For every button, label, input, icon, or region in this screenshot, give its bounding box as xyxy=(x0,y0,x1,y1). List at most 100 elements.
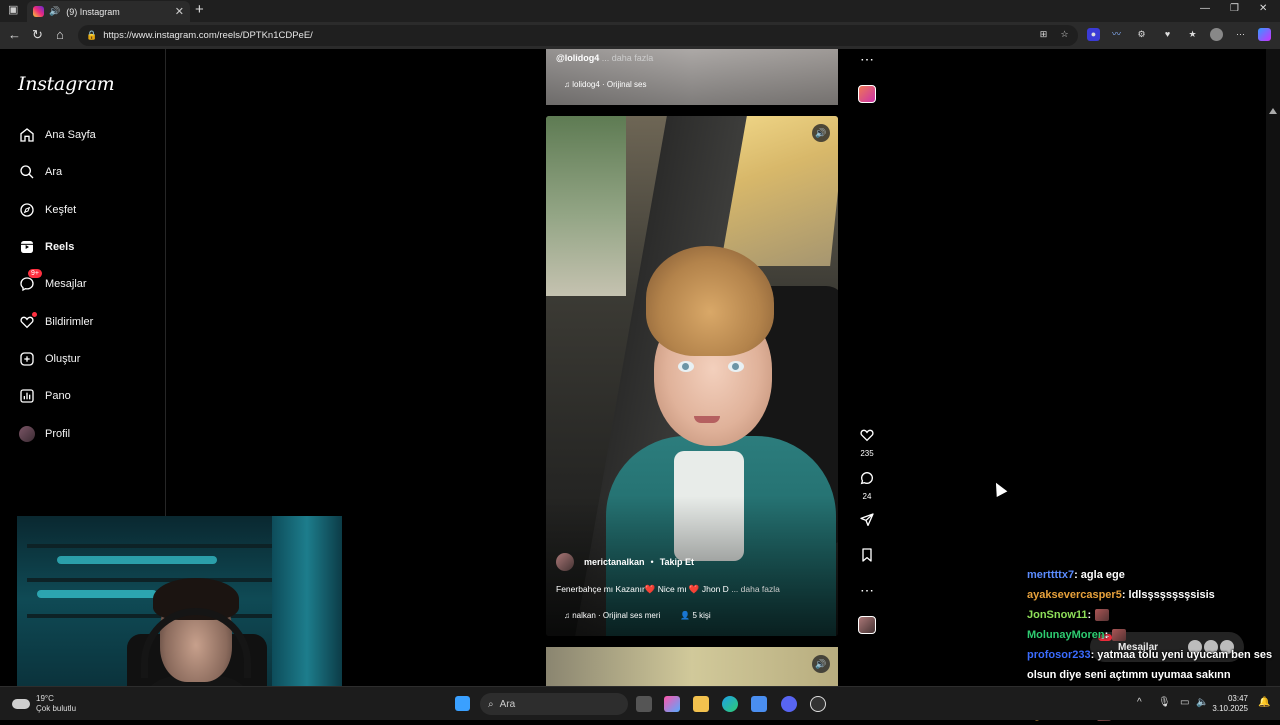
extensions-icon[interactable]: ⚙ xyxy=(1135,28,1148,41)
network-icon[interactable]: ▭ xyxy=(1180,697,1189,708)
chat-username[interactable]: ayaksevercasper5 xyxy=(1027,589,1122,601)
weather-widget[interactable]: 19°C Çok bulutlu xyxy=(12,694,76,714)
reel-next[interactable]: 🔊 xyxy=(546,647,838,687)
chat-emote-icon xyxy=(1112,629,1127,642)
nav-notifications[interactable]: Bildirimler xyxy=(18,310,93,334)
store-icon[interactable] xyxy=(751,696,767,712)
shelf-light xyxy=(37,590,157,598)
bookmark-icon xyxy=(862,548,872,562)
follow-button[interactable]: Takip Et xyxy=(660,557,694,567)
comment-icon xyxy=(860,471,874,485)
system-clock[interactable]: 03:47 3.10.2025 xyxy=(1212,694,1248,714)
nav-home[interactable]: Ana Sayfa xyxy=(18,123,96,147)
read-aloud-icon[interactable]: 〰 xyxy=(1110,28,1123,41)
reel-audio[interactable]: ♫ nalkan · Orijinal ses meri xyxy=(564,611,660,620)
audio-label: nalkan · Orijinal ses meri xyxy=(572,611,661,620)
chat-username[interactable]: profosor233 xyxy=(1027,649,1091,661)
comment-button[interactable]: 24 xyxy=(856,470,878,501)
author-avatar[interactable] xyxy=(556,553,574,571)
dashboard-icon xyxy=(18,387,36,405)
task-view-icon[interactable] xyxy=(636,696,652,712)
caption-text: Fenerbahçe mı Kazanır❤️ Nice mı ❤️ Jhon … xyxy=(556,584,729,594)
car-window-left xyxy=(546,116,626,296)
windows-taskbar: 19°C Çok bulutlu ⌕ Ara ^ 🎙 ▭ 🔈 03:47 3.1… xyxy=(0,686,1280,720)
nav-reels[interactable]: Reels xyxy=(18,235,74,259)
reel-prev-audio[interactable]: ♫ lolidog4 · Orijinal ses xyxy=(564,80,647,89)
like-button[interactable]: 235 xyxy=(856,427,878,458)
chat-message: MolunayMoren: xyxy=(1027,625,1280,645)
messages-badge: 9+ xyxy=(28,269,42,278)
more-menu-icon[interactable]: ⋯ xyxy=(1234,28,1247,41)
split-screen-icon[interactable]: ⊞ xyxy=(1037,28,1050,41)
nav-search[interactable]: Ara xyxy=(18,160,62,184)
minimize-button[interactable]: — xyxy=(1200,3,1210,14)
chat-username[interactable]: merttttx7 xyxy=(1027,569,1074,581)
file-explorer-icon[interactable] xyxy=(693,696,709,712)
nav-messages[interactable]: 9+ Mesajlar xyxy=(18,269,87,296)
webcam-overlay xyxy=(17,516,342,700)
back-button[interactable]: ← xyxy=(8,27,21,42)
share-button[interactable] xyxy=(856,512,878,533)
instagram-logo[interactable]: Instagram xyxy=(18,73,115,95)
extension-icon[interactable]: ● xyxy=(1087,28,1100,41)
close-tab-icon[interactable]: ✕ xyxy=(175,5,184,18)
new-tab-button[interactable]: + xyxy=(195,1,204,18)
browser-essentials-icon[interactable]: ♥ xyxy=(1161,28,1174,41)
refresh-button[interactable]: ↻ xyxy=(32,27,43,43)
taskbar-search[interactable]: ⌕ Ara xyxy=(480,693,628,715)
nav-profile[interactable]: Profil xyxy=(18,422,70,446)
chat-message: merttttx7: agla ege xyxy=(1027,565,1280,585)
copilot-taskbar-icon[interactable] xyxy=(664,696,680,712)
notifications-icon[interactable]: 🔔 xyxy=(1258,697,1270,708)
weather-desc: Çok bulutlu xyxy=(36,704,77,713)
author-name[interactable]: merictanalkan xyxy=(584,557,645,567)
audio-thumbnail[interactable] xyxy=(858,85,876,103)
favorites-icon[interactable]: ★ xyxy=(1186,28,1199,41)
tab-actions-icon[interactable]: ▣ xyxy=(8,3,18,16)
home-button[interactable]: ⌂ xyxy=(56,27,64,42)
child-eye xyxy=(678,361,694,372)
chat-username[interactable]: JonSnow11 xyxy=(1027,609,1088,621)
close-window-button[interactable]: ✕ xyxy=(1259,3,1267,14)
profile-avatar-icon[interactable] xyxy=(1210,28,1223,41)
reel-prev-caption: @lolidog4 ... daha fazla xyxy=(556,53,653,63)
lock-icon[interactable]: 🔒 xyxy=(86,30,97,41)
show-hidden-icons[interactable]: ^ xyxy=(1137,697,1142,708)
discord-icon[interactable] xyxy=(781,696,797,712)
favorite-star-icon[interactable]: ☆ xyxy=(1058,28,1071,41)
scroll-up-arrow-icon[interactable] xyxy=(1269,104,1277,114)
windows-start-icon[interactable] xyxy=(455,696,470,711)
more-options-icon[interactable]: ⋯ xyxy=(856,51,878,68)
tab-title: (9) Instagram xyxy=(66,6,120,17)
reel-caption[interactable]: Fenerbahçe mı Kazanır❤️ Nice mı ❤️ Jhon … xyxy=(556,584,780,595)
nav-create[interactable]: Oluştur xyxy=(18,347,80,371)
save-button[interactable] xyxy=(856,547,878,568)
chat-text: : yatmaa tolu yeni uyucam ben ses xyxy=(1090,649,1273,661)
volume-icon[interactable]: 🔊 xyxy=(812,655,830,673)
reel-prev-more[interactable]: ... daha fazla xyxy=(599,53,654,63)
nav-dashboard[interactable]: Pano xyxy=(18,384,71,408)
audio-thumbnail[interactable] xyxy=(858,616,876,634)
more-options-icon[interactable]: ⋯ xyxy=(856,582,878,599)
app-icon[interactable] xyxy=(810,696,826,712)
volume-icon[interactable]: 🔊 xyxy=(812,124,830,142)
browser-tab[interactable]: 🔊 (9) Instagram ✕ xyxy=(27,1,190,22)
volume-tray-icon[interactable]: 🔈 xyxy=(1196,697,1208,708)
chat-username[interactable]: MolunayMoren xyxy=(1027,629,1105,641)
browser-toolbar: ← ↻ ⌂ 🔒 https://www.instagram.com/reels/… xyxy=(0,22,1280,49)
chat-text: olsun diye seni açtımm uyumaa sakınn xyxy=(1027,669,1231,681)
reel-previous[interactable]: @lolidog4 ... daha fazla ♫ lolidog4 · Or… xyxy=(546,49,838,105)
maximize-button[interactable]: ❐ xyxy=(1230,3,1239,14)
reel-prev-user[interactable]: @lolidog4 xyxy=(556,53,599,63)
copilot-icon[interactable] xyxy=(1258,28,1271,41)
tagged-people[interactable]: 👤 5 kişi xyxy=(680,611,710,620)
url-text: https://www.instagram.com/reels/DPTKn1CD… xyxy=(103,30,313,41)
edge-icon[interactable] xyxy=(722,696,738,712)
microphone-icon[interactable]: 🎙 xyxy=(1158,697,1171,708)
audio-playing-icon[interactable]: 🔊 xyxy=(49,6,60,17)
home-icon xyxy=(18,126,36,144)
caption-more[interactable]: ... daha fazla xyxy=(731,584,780,594)
reel-video[interactable]: 🔊 merictanalkan • Takip Et Fenerbahçe mı… xyxy=(546,116,838,636)
nav-explore[interactable]: Keşfet xyxy=(18,198,76,222)
address-bar[interactable]: 🔒 https://www.instagram.com/reels/DPTKn1… xyxy=(78,25,1078,46)
